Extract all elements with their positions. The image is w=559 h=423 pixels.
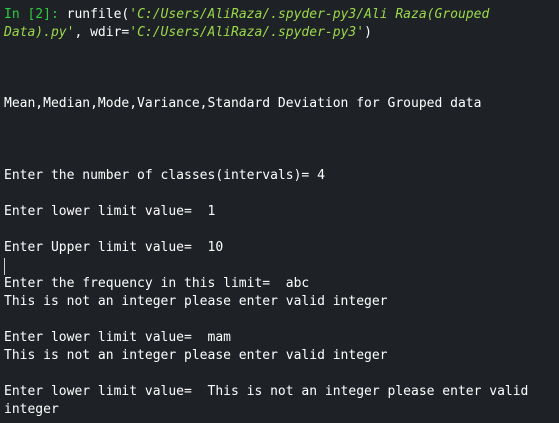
prompt-label: In [2]: [4, 7, 59, 22]
prompt-wdir: 'C:/Users/AliRaza/.spyder-py3' [129, 25, 365, 40]
output-line-frequency: Enter the frequency in this limit= abc [4, 276, 310, 291]
output-line-classes: Enter the number of classes(intervals)= … [4, 168, 325, 183]
input-prompt-line-continued: Data).py', wdir='C:/Users/AliRaza/.spyde… [4, 24, 372, 42]
prompt-sep: , wdir= [74, 25, 130, 40]
prompt-func: runfile( [58, 7, 130, 22]
input-prompt-line: In [2]: runfile('C:/Users/AliRaza/.spyde… [4, 6, 489, 24]
ipython-console[interactable]: In [2]: runfile('C:/Users/AliRaza/.spyde… [0, 0, 559, 423]
output-line-lower-limit-3: Enter lower limit value= This is not an … [4, 384, 529, 399]
output-line-lower-limit-1: Enter lower limit value= 1 [4, 204, 216, 219]
prompt-path-part2: Data).py' [4, 25, 75, 40]
output-line-title: Mean,Median,Mode,Variance,Standard Devia… [4, 96, 482, 111]
output-line-lower-limit-2: Enter lower limit value= mam [4, 330, 231, 345]
text-cursor [4, 258, 5, 275]
output-line-error-1: This is not an integer please enter vali… [4, 294, 388, 309]
output-line-wrap: integer [4, 402, 59, 417]
prompt-close: ) [364, 25, 372, 40]
output-line-error-2: This is not an integer please enter vali… [4, 348, 388, 363]
output-line-upper-limit: Enter Upper limit value= 10 [4, 240, 224, 255]
prompt-path-part1: 'C:/Users/AliRaza/.spyder-py3/Ali Raza(G… [129, 7, 490, 22]
